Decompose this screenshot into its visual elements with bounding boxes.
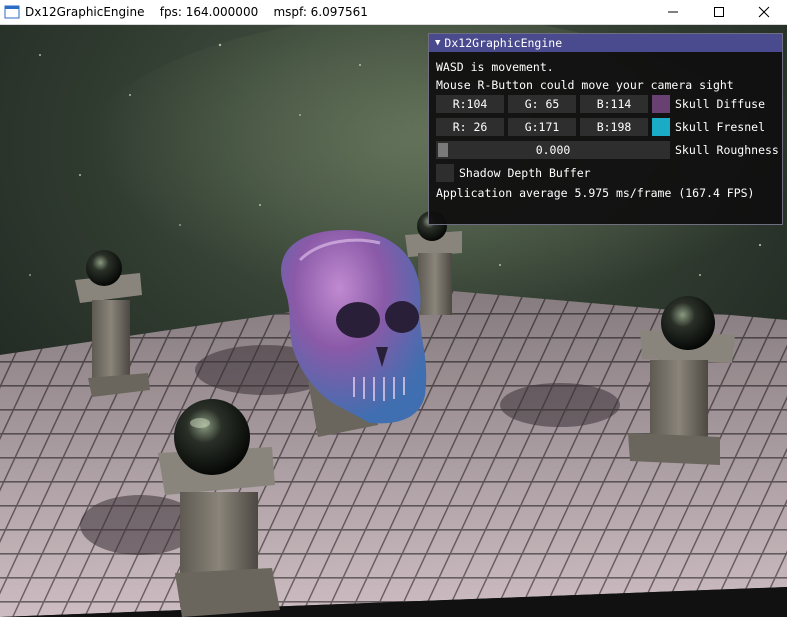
- diffuse-b-field[interactable]: B:114: [580, 95, 648, 113]
- window-title: Dx12GraphicEngine fps: 164.000000 mspf: …: [25, 5, 368, 19]
- fresnel-b-field[interactable]: B:198: [580, 118, 648, 136]
- stats-text: Application average 5.975 ms/frame (167.…: [436, 186, 755, 200]
- roughness-label: Skull Roughness: [675, 143, 779, 157]
- app-icon: [4, 5, 20, 19]
- fresnel-label: Skull Fresnel: [675, 120, 766, 134]
- fresnel-r-field[interactable]: R: 26: [436, 118, 504, 136]
- close-button[interactable]: [741, 0, 787, 24]
- imgui-panel[interactable]: ▼ Dx12GraphicEngine WASD is movement. Mo…: [428, 33, 783, 225]
- collapse-arrow-icon[interactable]: ▼: [435, 38, 440, 48]
- minimize-button[interactable]: [650, 0, 696, 24]
- diffuse-g-field[interactable]: G: 65: [508, 95, 576, 113]
- window-titlebar[interactable]: Dx12GraphicEngine fps: 164.000000 mspf: …: [0, 0, 787, 25]
- minimize-icon: [668, 11, 678, 13]
- maximize-icon: [714, 7, 724, 17]
- maximize-button[interactable]: [696, 0, 742, 24]
- panel-title: Dx12GraphicEngine: [444, 36, 563, 50]
- panel-titlebar[interactable]: ▼ Dx12GraphicEngine: [429, 34, 782, 52]
- help-text-movement: WASD is movement.: [436, 60, 554, 74]
- shadow-depth-label: Shadow Depth Buffer: [459, 166, 591, 180]
- fresnel-color-swatch[interactable]: [652, 118, 670, 136]
- help-text-camera: Mouse R-Button could move your camera si…: [436, 78, 734, 92]
- roughness-value: 0.000: [535, 143, 571, 157]
- diffuse-label: Skull Diffuse: [675, 97, 766, 111]
- diffuse-r-field[interactable]: R:104: [436, 95, 504, 113]
- shadow-depth-checkbox[interactable]: [436, 164, 454, 182]
- close-icon: [758, 6, 770, 18]
- fresnel-g-field[interactable]: G:171: [508, 118, 576, 136]
- roughness-slider[interactable]: 0.000: [436, 141, 670, 159]
- diffuse-color-swatch[interactable]: [652, 95, 670, 113]
